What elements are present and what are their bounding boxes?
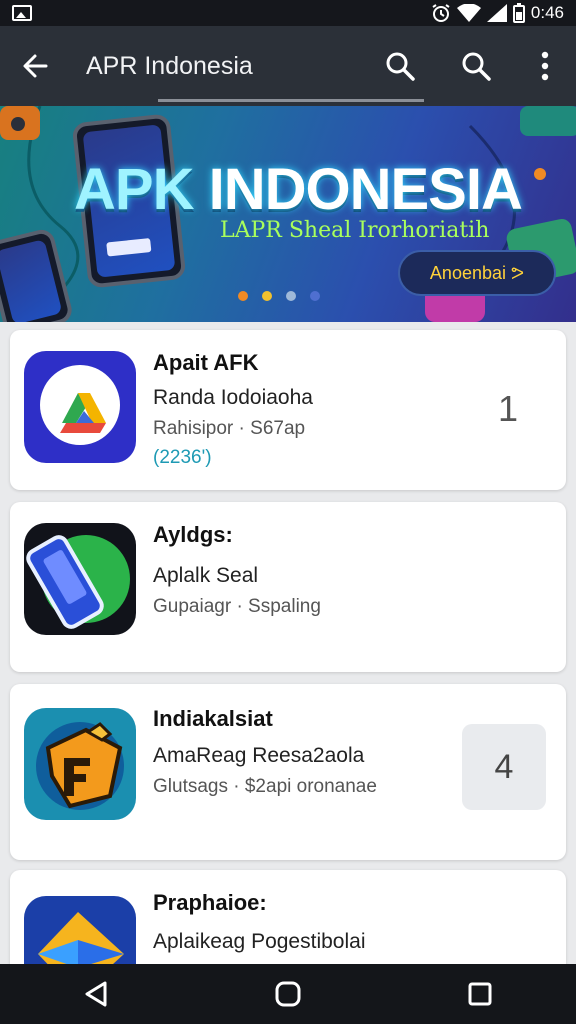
nav-home-button[interactable]	[258, 964, 318, 1024]
app-meta: Glutsags · $2api oronanae	[153, 776, 377, 797]
alarm-icon	[432, 4, 450, 22]
drive-logo-icon	[40, 365, 120, 445]
home-circle-icon	[275, 981, 301, 1007]
gallery-notification-icon	[12, 5, 32, 21]
promo-banner[interactable]: APK INDONESIA LAPR Sheal Irorhoriatih An…	[0, 106, 576, 322]
signal-icon	[486, 4, 507, 22]
app-title: Praphaioe:	[153, 890, 267, 915]
app-card[interactable]: Apait AFK Randa Iodoiaoha Rahisipor · S6…	[10, 330, 566, 490]
battery-icon	[512, 3, 525, 23]
app-title: Indiakalsiat	[153, 706, 273, 731]
triangle-back-icon	[85, 981, 107, 1007]
app-rating-count: (2236')	[153, 447, 212, 468]
app-subtitle: Aplalk Seal	[153, 564, 259, 587]
app-bar: APR Indonesia	[0, 26, 576, 106]
search-button[interactable]	[362, 26, 438, 106]
arrow-back-icon	[23, 54, 48, 78]
app-rank: 1	[497, 388, 518, 429]
pagination-dot[interactable]	[310, 291, 320, 301]
search-icon	[386, 52, 415, 81]
search-icon	[462, 52, 491, 81]
status-time: 0:46	[530, 3, 564, 22]
status-bar: 0:46	[0, 0, 576, 26]
app-title: Apait AFK	[153, 350, 259, 375]
pagination-dot[interactable]	[286, 291, 296, 301]
phone-app-logo-icon	[26, 535, 130, 629]
banner-subtitle: LAPR Sheal Irorhoriatih	[220, 218, 490, 243]
page-title: APR Indonesia	[86, 51, 253, 80]
app-icon-drive	[24, 351, 136, 463]
banner-title: APK INDONESIA	[74, 157, 523, 222]
app-card[interactable]: Indiakalsiat AmaReag Reesa2aola Glutsags…	[10, 684, 566, 860]
more-options-button[interactable]	[514, 26, 576, 106]
app-icon-game	[24, 708, 136, 820]
app-meta: Gupaiagr · Sspaling	[153, 596, 321, 617]
nav-recents-button[interactable]	[450, 964, 510, 1024]
search-underline	[158, 99, 424, 102]
banner-pagination[interactable]	[238, 291, 320, 301]
system-nav-bar	[0, 964, 576, 1024]
more-vert-icon	[541, 51, 549, 81]
pagination-dot[interactable]	[238, 291, 248, 301]
app-subtitle: AmaReag Reesa2aola	[153, 744, 365, 767]
nav-back-button[interactable]	[66, 964, 126, 1024]
app-subtitle: Randa Iodoiaoha	[153, 386, 313, 409]
app-icon-phone	[24, 523, 136, 635]
app-card[interactable]: Ayldgs: Aplalk Seal Gupaiagr · Sspaling	[10, 502, 566, 672]
app-subtitle: Aplaikeag Pogestibolai	[153, 930, 366, 953]
app-meta: Rahisipor · S67ap	[153, 418, 306, 439]
app-rank-badge[interactable]: 4	[462, 724, 546, 810]
app-title: Ayldgs:	[153, 522, 233, 547]
recents-square-icon	[468, 982, 492, 1006]
game-logo-icon	[36, 722, 124, 810]
back-button[interactable]	[0, 26, 70, 106]
search-button-secondary[interactable]	[438, 26, 514, 106]
pagination-dot[interactable]	[262, 291, 272, 301]
banner-cta-button[interactable]: Anoenbai ᕗ	[398, 250, 556, 296]
wifi-icon	[456, 4, 481, 22]
